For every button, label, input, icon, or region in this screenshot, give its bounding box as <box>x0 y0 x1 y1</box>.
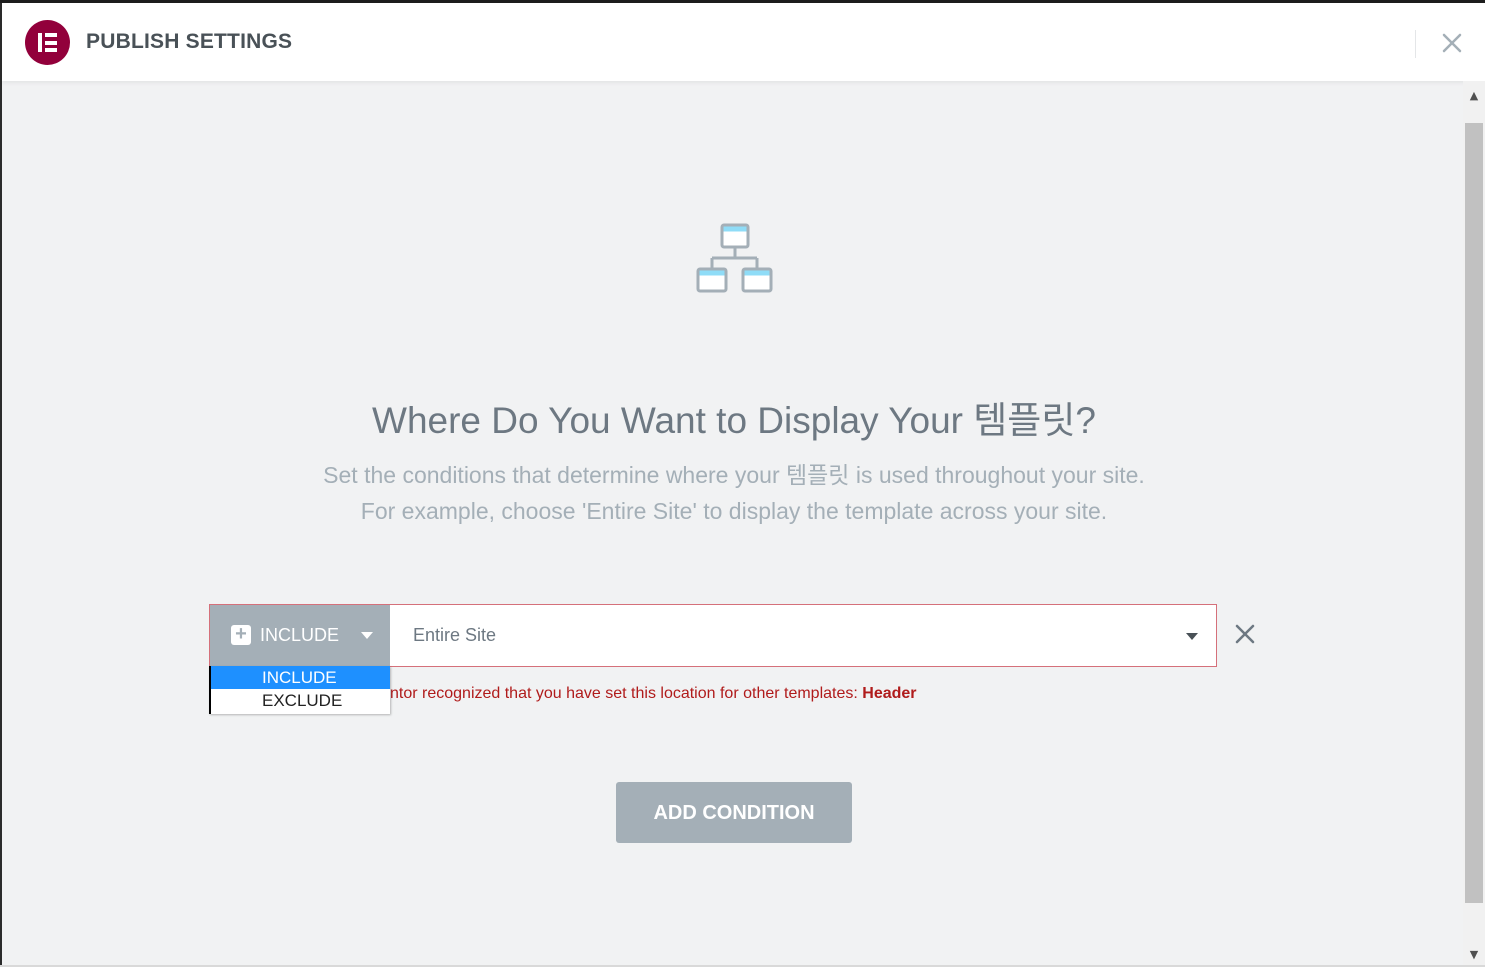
condition-type-dropdown: INCLUDE EXCLUDE <box>209 666 390 714</box>
remove-condition-button[interactable] <box>1233 622 1257 646</box>
plus-icon: + <box>231 624 251 645</box>
close-icon <box>1235 624 1255 644</box>
publish-settings-modal: PUBLISH SETTINGS ▲ ▼ Where Do You Want t… <box>0 0 1485 967</box>
modal-header: PUBLISH SETTINGS <box>2 3 1485 81</box>
condition-row: + INCLUDE Entire Site <box>209 604 1217 667</box>
subtitle-line-2: For example, choose 'Entire Site' to dis… <box>360 498 1108 524</box>
warning-text: ntor recognized that you have set this l… <box>390 685 863 702</box>
dropdown-option-exclude[interactable]: EXCLUDE <box>211 689 390 712</box>
sitemap-icon <box>696 223 773 293</box>
subtitle-line-1: Set the conditions that determine where … <box>323 462 1145 488</box>
page-subtitle: Set the conditions that determine where … <box>0 457 1468 529</box>
caret-down-icon <box>361 632 373 639</box>
warning-template-link[interactable]: Header <box>862 685 916 702</box>
close-button[interactable] <box>1437 28 1467 58</box>
dropdown-option-include[interactable]: INCLUDE <box>211 666 390 689</box>
page-title: Where Do You Want to Display Your 템플릿? <box>372 400 1096 441</box>
scroll-up-arrow-icon[interactable]: ▲ <box>1465 87 1483 105</box>
modal-title: PUBLISH SETTINGS <box>86 30 293 53</box>
close-icon <box>1442 33 1462 53</box>
condition-type-label: INCLUDE <box>260 625 340 645</box>
scroll-down-arrow-icon[interactable]: ▼ <box>1465 946 1483 964</box>
condition-location-select[interactable]: Entire Site <box>390 605 1216 666</box>
add-condition-button[interactable]: ADD CONDITION <box>616 782 852 843</box>
header-divider <box>1415 30 1416 58</box>
condition-location-value: Entire Site <box>413 625 497 645</box>
caret-down-icon <box>1186 633 1198 640</box>
elementor-logo-icon <box>25 20 70 65</box>
condition-conflict-warning: ntor recognized that you have set this l… <box>390 685 917 703</box>
condition-type-select[interactable]: + INCLUDE <box>210 605 390 666</box>
